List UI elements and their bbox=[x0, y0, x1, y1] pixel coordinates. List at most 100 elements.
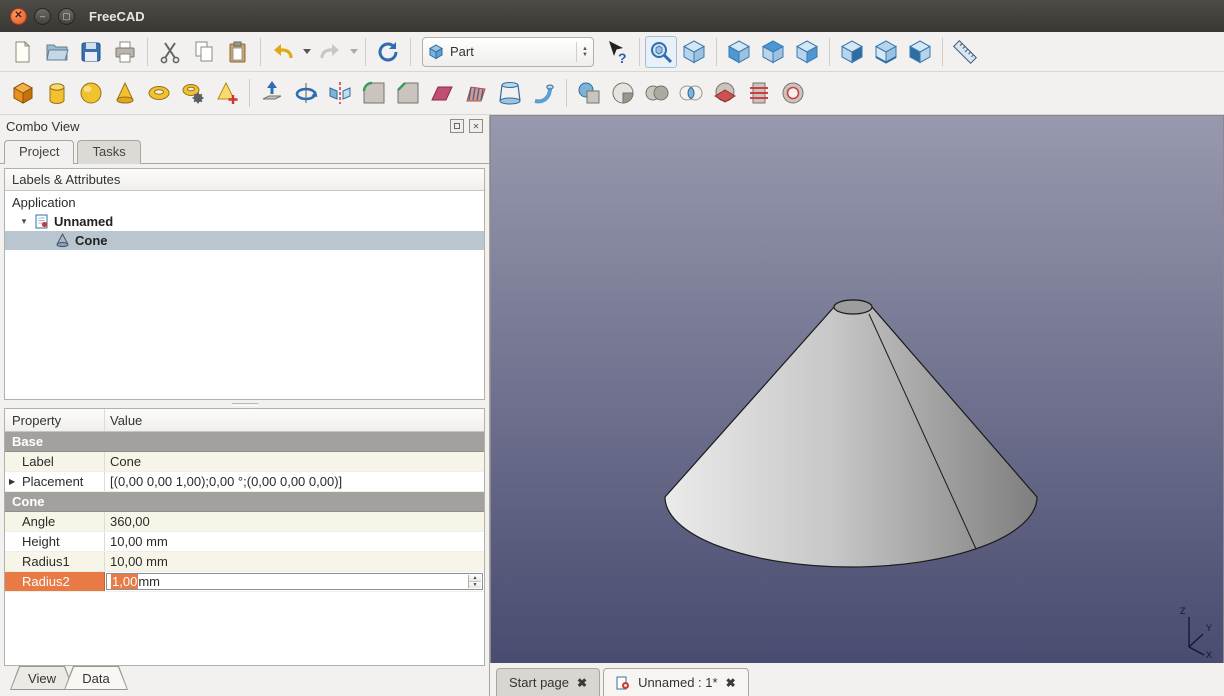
section-button[interactable] bbox=[708, 76, 742, 110]
cone-3d-object[interactable] bbox=[641, 281, 1051, 581]
copy-button[interactable] bbox=[187, 35, 221, 69]
document-tab-icon bbox=[616, 676, 630, 690]
intersection-icon bbox=[678, 80, 704, 106]
freecad-window: ✕ – ▢ FreeCAD Part ▲▼ ? bbox=[0, 0, 1224, 696]
combo-view-tabs: Project Tasks bbox=[0, 137, 489, 164]
revolve-button[interactable] bbox=[289, 76, 323, 110]
revolve-icon bbox=[293, 80, 319, 106]
tree-item-application[interactable]: Application bbox=[5, 193, 484, 212]
document-tabs: Start page ✖ Unnamed : 1* ✖ bbox=[490, 663, 1224, 696]
cone-button[interactable] bbox=[108, 76, 142, 110]
rear-view-button[interactable] bbox=[835, 35, 869, 69]
print-button[interactable] bbox=[108, 35, 142, 69]
refresh-button[interactable] bbox=[371, 35, 405, 69]
combo-view-panel: Combo View ✕ Project Tasks Labels & Attr… bbox=[0, 115, 490, 696]
tree-column-header: Labels & Attributes bbox=[5, 169, 484, 191]
window-maximize-button[interactable]: ▢ bbox=[58, 8, 75, 25]
boolean-cut-button[interactable] bbox=[606, 76, 640, 110]
property-row-angle[interactable]: Angle 360,00 bbox=[5, 512, 484, 532]
property-row-height[interactable]: Height 10,00 mm bbox=[5, 532, 484, 552]
tab-project[interactable]: Project bbox=[4, 140, 74, 164]
spin-up-button[interactable]: ▲ bbox=[469, 575, 481, 582]
save-document-button[interactable] bbox=[74, 35, 108, 69]
tree-item-cone[interactable]: Cone bbox=[5, 231, 484, 250]
window-close-button[interactable]: ✕ bbox=[10, 8, 27, 25]
bottom-view-button[interactable] bbox=[869, 35, 903, 69]
workbench-selector[interactable]: Part ▲▼ bbox=[422, 37, 594, 67]
expander-open-icon[interactable]: ▾ bbox=[19, 216, 29, 227]
tab-unnamed-document[interactable]: Unnamed : 1* ✖ bbox=[603, 668, 749, 696]
front-view-button[interactable] bbox=[722, 35, 756, 69]
property-view-tabs: View Data bbox=[0, 666, 489, 696]
tab-close-icon[interactable]: ✖ bbox=[577, 676, 587, 690]
cylinder-button[interactable] bbox=[40, 76, 74, 110]
whats-this-button[interactable]: ? bbox=[600, 35, 634, 69]
new-document-button[interactable] bbox=[6, 35, 40, 69]
fillet-button[interactable] bbox=[357, 76, 391, 110]
create-primitives-button[interactable] bbox=[176, 76, 210, 110]
panel-close-button[interactable]: ✕ bbox=[469, 119, 483, 133]
expander-closed-icon[interactable]: ▶ bbox=[9, 477, 15, 486]
workbench-selected-label: Part bbox=[450, 44, 570, 59]
ruled-surface-button[interactable] bbox=[459, 76, 493, 110]
box-icon bbox=[10, 80, 36, 106]
tab-start-page[interactable]: Start page ✖ bbox=[496, 668, 600, 696]
loft-icon bbox=[497, 80, 523, 106]
tab-unnamed-label: Unnamed : 1* bbox=[638, 675, 718, 690]
top-view-button[interactable] bbox=[756, 35, 790, 69]
undo-button[interactable] bbox=[266, 35, 300, 69]
sphere-button[interactable] bbox=[74, 76, 108, 110]
make-face-button[interactable] bbox=[425, 76, 459, 110]
property-row-placement[interactable]: ▶Placement [(0,00 0,00 1,00);0,00 °;(0,0… bbox=[5, 472, 484, 492]
boolean-button[interactable] bbox=[572, 76, 606, 110]
paste-button[interactable] bbox=[221, 35, 255, 69]
chamfer-button[interactable] bbox=[391, 76, 425, 110]
redo-dropdown-button[interactable] bbox=[347, 35, 360, 69]
axonometric-view-button[interactable] bbox=[677, 35, 711, 69]
measure-distance-button[interactable] bbox=[948, 35, 982, 69]
intersection-button[interactable] bbox=[674, 76, 708, 110]
tab-data[interactable]: Data bbox=[64, 666, 128, 690]
thickness-button[interactable] bbox=[776, 76, 810, 110]
property-row-radius2[interactable]: Radius2 1,00 mm ▲ ▼ bbox=[5, 572, 484, 592]
toolbar-separator bbox=[365, 38, 366, 66]
combo-view-titlebar: Combo View ✕ bbox=[0, 115, 489, 137]
right-view-icon bbox=[794, 39, 820, 65]
3d-viewport[interactable]: Z Y X bbox=[490, 115, 1224, 663]
sweep-button[interactable] bbox=[527, 76, 561, 110]
tab-tasks[interactable]: Tasks bbox=[77, 140, 140, 164]
undo-icon bbox=[270, 39, 296, 65]
spin-down-button[interactable]: ▼ bbox=[469, 582, 481, 588]
undo-dropdown-button[interactable] bbox=[300, 35, 313, 69]
union-button[interactable] bbox=[640, 76, 674, 110]
property-row-label[interactable]: Label Cone bbox=[5, 452, 484, 472]
tab-view[interactable]: View bbox=[10, 666, 74, 690]
fit-all-button[interactable] bbox=[645, 36, 677, 68]
property-editor: Property Value Base Label Cone ▶Placemen… bbox=[4, 408, 485, 666]
tab-close-icon[interactable]: ✖ bbox=[726, 676, 736, 690]
new-document-icon bbox=[10, 39, 36, 65]
tree-view[interactable]: Application ▾ Unnamed Cone bbox=[5, 191, 484, 399]
tree-item-document[interactable]: ▾ Unnamed bbox=[5, 212, 484, 231]
radius2-input[interactable]: 1,00 mm ▲ ▼ bbox=[106, 573, 483, 590]
box-button[interactable] bbox=[6, 76, 40, 110]
save-icon bbox=[78, 39, 104, 65]
panel-undock-button[interactable] bbox=[450, 119, 464, 133]
torus-button[interactable] bbox=[142, 76, 176, 110]
panel-splitter[interactable] bbox=[0, 400, 489, 408]
open-document-button[interactable] bbox=[40, 35, 74, 69]
cross-sections-button[interactable] bbox=[742, 76, 776, 110]
left-view-icon bbox=[907, 39, 933, 65]
extrude-button[interactable] bbox=[255, 76, 289, 110]
window-minimize-button[interactable]: – bbox=[34, 8, 51, 25]
left-view-button[interactable] bbox=[903, 35, 937, 69]
redo-button[interactable] bbox=[313, 35, 347, 69]
mirror-button[interactable] bbox=[323, 76, 357, 110]
shape-builder-button[interactable] bbox=[210, 76, 244, 110]
cut-button[interactable] bbox=[153, 35, 187, 69]
right-view-button[interactable] bbox=[790, 35, 824, 69]
property-row-radius1[interactable]: Radius1 10,00 mm bbox=[5, 552, 484, 572]
loft-button[interactable] bbox=[493, 76, 527, 110]
property-table-header: Property Value bbox=[5, 409, 484, 432]
measure-icon bbox=[952, 39, 978, 65]
